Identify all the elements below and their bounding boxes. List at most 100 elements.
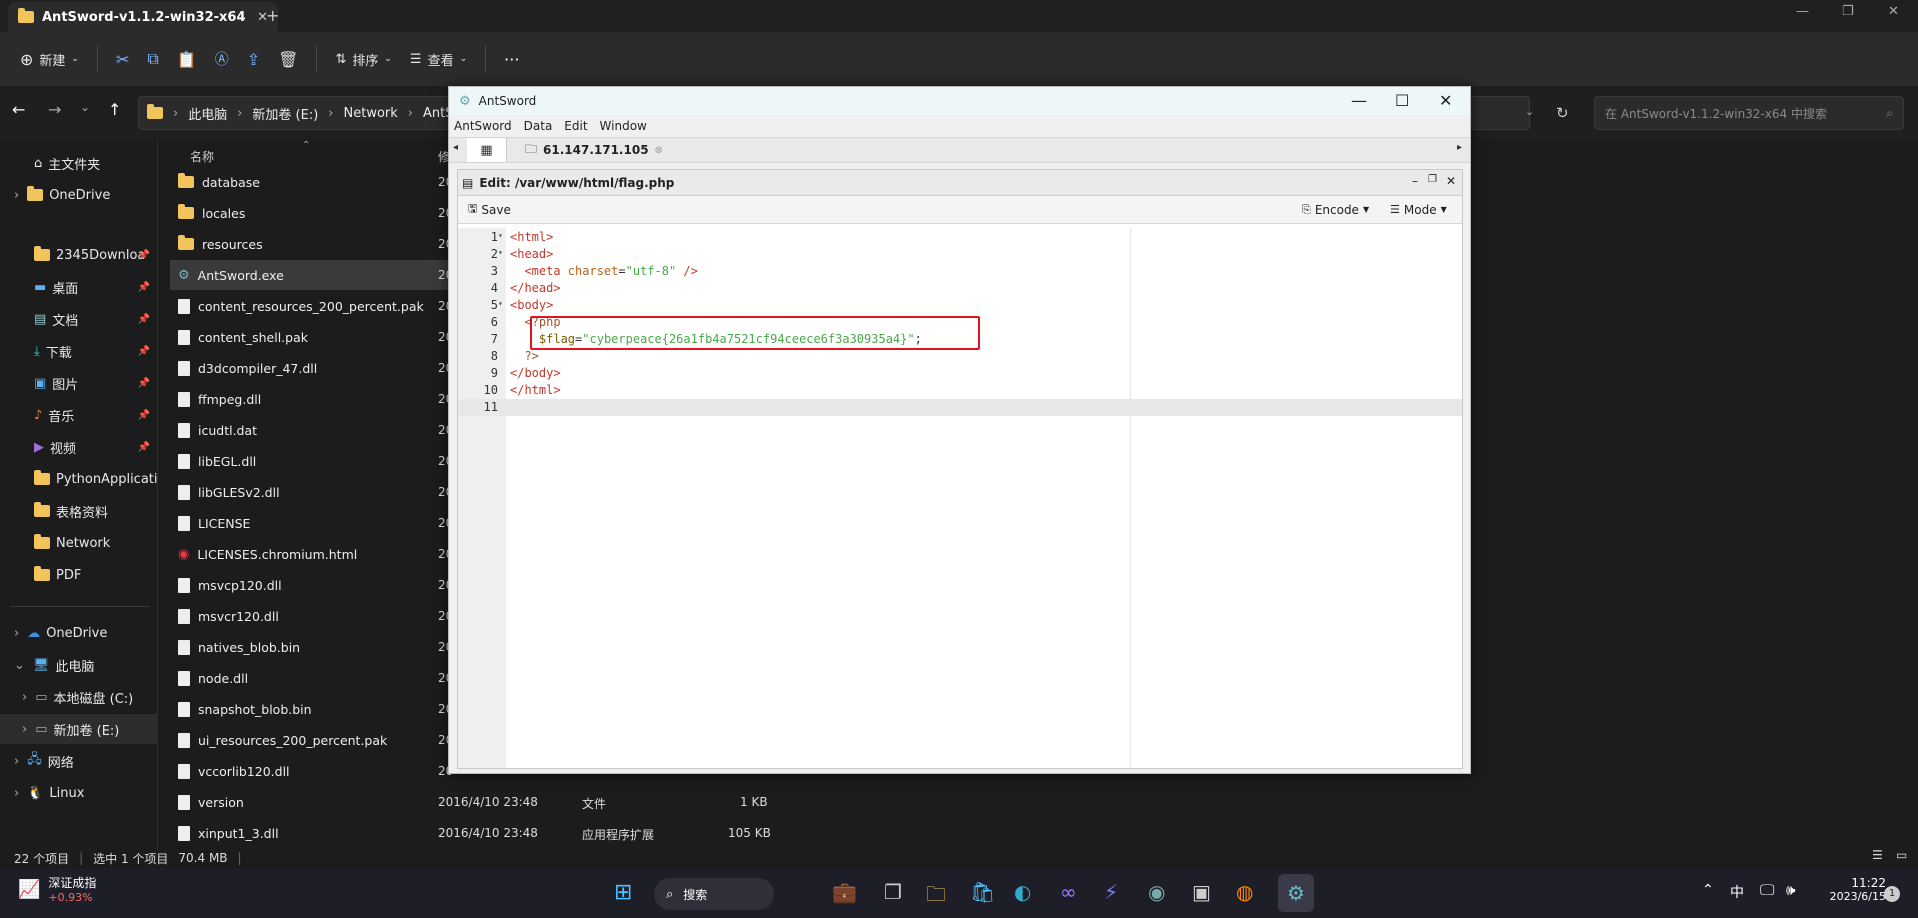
taskbar-search[interactable]: ⌕ 搜索	[654, 878, 774, 910]
file-row-database[interactable]: database	[170, 167, 440, 197]
nav-item-drive-c[interactable]: › ▭ 本地磁盘 (C:)	[0, 682, 158, 712]
code-editor[interactable]: 1 2 3 4 5 6 7 8 9 10 11 ▾ ▾ ▾ <html> <he…	[458, 228, 1462, 768]
share-icon[interactable]: ⇪	[247, 50, 260, 69]
file-row[interactable]: vccorlib120.dll	[170, 756, 440, 786]
breadcrumb-1[interactable]: 新加卷 (E:)	[252, 104, 318, 123]
file-row[interactable]: ui_resources_200_percent.pak	[170, 725, 440, 755]
file-row[interactable]: version	[170, 787, 440, 817]
rename-icon[interactable]: Ⓐ	[215, 49, 229, 69]
briefcase-icon[interactable]: 💼	[832, 880, 857, 904]
file-row[interactable]: content_resources_200_percent.pak	[170, 291, 440, 321]
file-explorer-icon[interactable]: 🗀	[926, 880, 946, 914]
delete-icon[interactable]: 🗑	[278, 50, 298, 69]
sort-button[interactable]: ⇅ 排序 ⌄	[335, 50, 391, 69]
power-automate-icon[interactable]: ⚡	[1104, 880, 1118, 904]
recent-icon[interactable]: ⌄	[80, 100, 90, 114]
tab-scroll-left-icon[interactable]: ◂	[453, 142, 458, 153]
menu-antsword[interactable]: AntSword	[454, 119, 512, 133]
up-icon[interactable]: ↑	[108, 100, 121, 119]
refresh-icon[interactable]: ↻	[1556, 104, 1569, 122]
notification-badge[interactable]: 1	[1884, 886, 1900, 902]
breadcrumb-2[interactable]: Network	[344, 106, 398, 121]
close-icon[interactable]: ✕	[1439, 91, 1452, 110]
encode-dropdown[interactable]: ⎘ Encode ▼	[1302, 203, 1369, 217]
file-row[interactable]: snapshot_blob.bin	[170, 694, 440, 724]
file-row[interactable]: icudtl.dat	[170, 415, 440, 445]
view-button[interactable]: ☰ 查看 ⌄	[410, 50, 467, 69]
clock[interactable]: 11:22 2023/6/15	[1816, 876, 1886, 903]
nav-item-2345downloads[interactable]: 2345Downloac 📌	[0, 240, 158, 270]
explorer-tab[interactable]: AntSword-v1.1.2-win32-x64 ✕	[8, 2, 278, 32]
nav-item-pdf[interactable]: PDF	[0, 560, 158, 590]
nav-item-onedrive[interactable]: › OneDrive	[0, 180, 158, 210]
maximize-icon[interactable]: ☐	[1395, 91, 1409, 110]
nav-item-onedrive-cloud[interactable]: › ☁ OneDrive	[0, 618, 158, 648]
nav-item-music[interactable]: ♪ 音乐 📌	[0, 400, 158, 430]
mode-dropdown[interactable]: ☰ Mode ▼	[1390, 203, 1447, 217]
edge-icon[interactable]: ◐	[1014, 880, 1031, 904]
antsword-taskbar-icon[interactable]: ⚙	[1278, 874, 1314, 912]
ime-indicator[interactable]: 中	[1730, 882, 1744, 902]
file-row[interactable]: xinput1_3.dll	[170, 818, 440, 848]
file-row[interactable]: libGLESv2.dll	[170, 477, 440, 507]
nav-item-pythonapplication[interactable]: PythonApplication	[0, 464, 158, 494]
store-icon[interactable]: 🛍	[970, 880, 995, 904]
fold-icon[interactable]: ▾	[498, 299, 503, 308]
file-row[interactable]: msvcr120.dll	[170, 601, 440, 631]
file-row[interactable]: msvcp120.dll	[170, 570, 440, 600]
nav-item-network-folder[interactable]: Network	[0, 528, 158, 558]
file-row[interactable]: d3dcompiler_47.dll	[170, 353, 440, 383]
file-row[interactable]: content_shell.pak	[170, 322, 440, 352]
menu-data[interactable]: Data	[524, 119, 553, 133]
new-button[interactable]: ⊕ 新建 ⌄	[20, 50, 79, 69]
details-view-icon[interactable]: ☰	[1872, 848, 1883, 862]
tab-home[interactable]: ▦	[467, 138, 507, 162]
task-view-icon[interactable]: ❐	[884, 880, 902, 904]
nav-item-videos[interactable]: ▶ 视频 📌	[0, 432, 158, 462]
nav-item-linux[interactable]: › 🐧 Linux	[0, 778, 158, 808]
firefox-icon[interactable]: ◍	[1236, 880, 1253, 904]
fold-icon[interactable]: ▾	[498, 231, 503, 240]
panel-minimize-icon[interactable]: –	[1412, 174, 1418, 188]
nav-item-pictures[interactable]: ▣ 图片 📌	[0, 368, 158, 398]
maximize-icon[interactable]: ❐	[1842, 4, 1854, 19]
nav-item-this-pc[interactable]: ⌄ 🖥 此电脑	[0, 650, 158, 680]
nav-item-drive-e[interactable]: › ▭ 新加卷 (E:)	[0, 714, 158, 744]
breadcrumb-0[interactable]: 此电脑	[188, 104, 227, 123]
fold-icon[interactable]: ▾	[498, 248, 503, 257]
file-row[interactable]: node.dll	[170, 663, 440, 693]
close-tab-icon[interactable]: ⊗	[655, 145, 663, 156]
column-header-name[interactable]: 名称	[190, 148, 214, 165]
nav-item-documents[interactable]: ▤ 文档 📌	[0, 304, 158, 334]
tab-connection[interactable]: 🗀 61.147.171.105 ⊗	[515, 138, 665, 162]
more-icon[interactable]: ···	[504, 50, 519, 69]
visual-studio-icon[interactable]: ∞	[1060, 880, 1077, 904]
file-row[interactable]: libEGL.dll	[170, 446, 440, 476]
nav-item-network[interactable]: › 🖧 网络	[0, 746, 158, 776]
stock-widget[interactable]: 📈 深证成指 +0.93%	[18, 874, 96, 904]
menu-edit[interactable]: Edit	[564, 119, 587, 133]
search-input[interactable]: 在 AntSword-v1.1.2-win32-x64 中搜索 ⌕	[1594, 96, 1904, 130]
cut-icon[interactable]: ✂	[116, 50, 129, 69]
nav-item-home[interactable]: ⌂ 主文件夹	[0, 148, 158, 178]
forward-icon[interactable]: →	[48, 100, 61, 119]
copy-icon[interactable]: ⧉	[147, 49, 158, 69]
chrome-icon[interactable]: ◉	[1148, 880, 1165, 904]
tiles-view-icon[interactable]: ▭	[1896, 848, 1907, 862]
file-row-resources[interactable]: resources	[170, 229, 440, 259]
file-row[interactable]: LICENSE	[170, 508, 440, 538]
save-button[interactable]: 🖫 Save	[468, 200, 511, 219]
menu-window[interactable]: Window	[600, 119, 647, 133]
back-icon[interactable]: ←	[12, 100, 25, 119]
nav-item-desktop[interactable]: ▬ 桌面 📌	[0, 272, 158, 302]
new-tab-icon[interactable]: +	[266, 6, 279, 25]
file-row[interactable]: ◉ LICENSES.chromium.html	[170, 539, 440, 569]
minimize-icon[interactable]: —	[1351, 91, 1367, 110]
paste-icon[interactable]: 📋	[177, 50, 197, 69]
close-icon[interactable]: ✕	[1888, 4, 1899, 19]
display-icon[interactable]: 🖵	[1760, 881, 1774, 899]
panel-close-icon[interactable]: ✕	[1446, 174, 1456, 188]
file-row[interactable]: ffmpeg.dll	[170, 384, 440, 414]
file-row[interactable]: natives_blob.bin	[170, 632, 440, 662]
tab-scroll-right-icon[interactable]: ▸	[1457, 142, 1462, 153]
